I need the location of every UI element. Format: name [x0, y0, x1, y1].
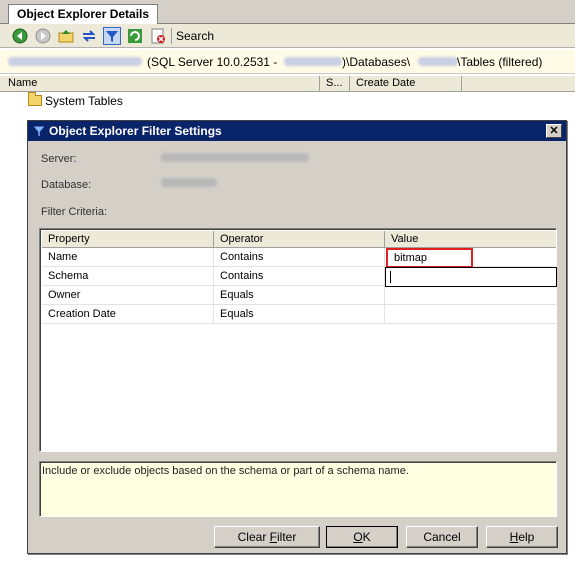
filter-settings-dialog: Object Explorer Filter Settings ✕ Server… — [27, 120, 567, 554]
grid-header-property[interactable]: Property — [42, 231, 214, 248]
grid-cell-operator[interactable]: Contains — [214, 248, 385, 267]
grid-cell-value-editor[interactable] — [385, 267, 557, 287]
grid-header-value[interactable]: Value — [385, 231, 556, 248]
grid-header: Property Operator Value — [42, 231, 556, 248]
stop-icon[interactable] — [150, 28, 166, 44]
grid-cell-property: Owner — [42, 286, 214, 305]
grid-cell-operator[interactable]: Equals — [214, 286, 385, 305]
details-list-header: Name S... Create Date — [0, 76, 575, 92]
redacted-server-value — [161, 153, 309, 162]
grid-cell-property: Schema — [42, 267, 214, 286]
list-item-label: System Tables — [45, 94, 123, 108]
server-label: Server: — [41, 153, 77, 165]
filter-criteria-label: Filter Criteria: — [41, 206, 108, 218]
description-panel: Include or exclude objects based on the … — [39, 461, 557, 517]
button-label-part: Clear — [237, 530, 270, 544]
close-button[interactable]: ✕ — [546, 124, 562, 138]
redacted-database-name — [418, 57, 458, 66]
grid-cell-operator[interactable]: Equals — [214, 305, 385, 324]
button-label-part: ilter — [277, 530, 297, 544]
grid-cell-value[interactable] — [385, 305, 556, 324]
grid-header-operator[interactable]: Operator — [214, 231, 385, 248]
cancel-button[interactable]: Cancel — [406, 526, 478, 548]
column-header-empty — [462, 76, 575, 92]
list-item-system-tables[interactable]: System Tables — [28, 92, 123, 110]
button-label-part: K — [362, 530, 371, 544]
grid-cell-value-highlighted[interactable]: bitmap — [386, 248, 473, 268]
grid-row-name[interactable]: Name Contains bitmap — [42, 248, 556, 268]
folder-icon — [28, 92, 42, 106]
filter-criteria-grid: Property Operator Value Name Contains bi… — [39, 228, 557, 452]
grid-cell-property: Name — [42, 248, 214, 267]
column-header-create-date[interactable]: Create Date — [350, 76, 462, 92]
redacted-server-name — [8, 57, 142, 66]
ok-button[interactable]: OK — [326, 526, 398, 548]
tab-object-explorer-details[interactable]: Object Explorer Details — [8, 4, 159, 24]
path-databases: )\Databases\ — [342, 55, 411, 69]
search-button[interactable]: Search — [176, 29, 214, 43]
path-server-version: (SQL Server 10.0.2531 - — [147, 55, 278, 69]
toolbar: Search — [0, 24, 575, 48]
button-accelerator: F — [269, 530, 277, 544]
dialog-title-bar[interactable]: Object Explorer Filter Settings ✕ — [28, 121, 566, 141]
text-caret — [390, 271, 391, 283]
path-bar: (SQL Server 10.0.2531 - )\Databases\ \Ta… — [0, 50, 575, 74]
grid-row-schema[interactable]: Schema Contains — [42, 267, 557, 287]
toolbar-separator — [171, 28, 172, 44]
column-header-name[interactable]: Name — [0, 76, 320, 92]
help-button[interactable]: Help — [486, 526, 558, 548]
filter-icon — [33, 126, 45, 137]
tab-strip: Object Explorer Details — [0, 0, 575, 24]
refresh-icon[interactable] — [127, 28, 143, 44]
button-accelerator: O — [353, 530, 363, 544]
grid-row-owner[interactable]: Owner Equals — [42, 286, 556, 305]
redacted-login-name — [284, 57, 342, 66]
back-icon[interactable] — [12, 28, 28, 44]
grid-cell-operator[interactable]: Contains — [214, 267, 385, 286]
redacted-database-value — [161, 178, 217, 187]
sync-icon[interactable] — [81, 28, 97, 44]
grid-row-creation-date[interactable]: Creation Date Equals — [42, 305, 556, 324]
filter-icon[interactable] — [103, 27, 121, 45]
column-header-s[interactable]: S... — [320, 76, 350, 92]
forward-icon[interactable] — [35, 28, 51, 44]
up-folder-icon[interactable] — [58, 28, 74, 44]
grid-cell-value[interactable] — [385, 286, 556, 305]
path-tables: \Tables (filtered) — [457, 55, 543, 69]
grid-cell-property: Creation Date — [42, 305, 214, 324]
dialog-title: Object Explorer Filter Settings — [49, 124, 222, 138]
clear-filter-button[interactable]: Clear Filter — [214, 526, 320, 548]
button-label-part: elp — [518, 530, 535, 544]
database-label: Database: — [41, 179, 92, 191]
